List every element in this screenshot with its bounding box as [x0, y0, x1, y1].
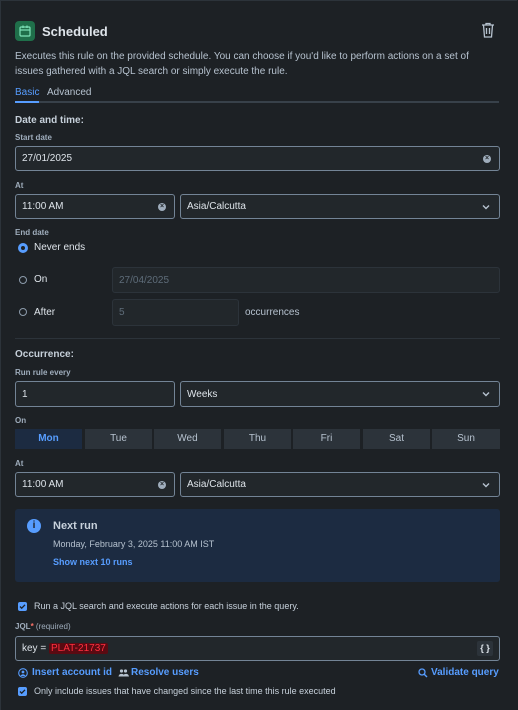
next-run-panel: i Next run Monday, February 3, 2025 11:0… [15, 509, 500, 582]
next-run-title: Next run [53, 520, 98, 532]
day-thu[interactable]: Thu [224, 429, 291, 449]
search-icon [418, 668, 428, 678]
occurrences-value: 5 [119, 307, 125, 318]
day-tue[interactable]: Tue [85, 429, 152, 449]
date-time-heading: Date and time: [15, 115, 84, 126]
day-sun[interactable]: Sun [432, 429, 500, 449]
rule-description: Executes this rule on the provided sched… [15, 51, 469, 77]
required-text: (required) [35, 622, 71, 631]
calendar-icon [15, 21, 35, 41]
at-label: At [15, 181, 24, 190]
trash-icon[interactable] [479, 21, 497, 39]
timezone-select[interactable]: Asia/Calcutta [180, 194, 500, 219]
insert-account-id-link[interactable]: Insert account id [32, 667, 112, 678]
radio-on-label: On [34, 274, 48, 285]
run-every-value: 1 [22, 388, 28, 400]
occurrence-timezone-value: Asia/Calcutta [187, 479, 246, 490]
run-every-input[interactable]: 1 [15, 381, 175, 407]
format-query-button[interactable]: { } [477, 641, 493, 656]
start-date-field[interactable]: 27/01/2025 × [15, 146, 500, 171]
rule-config-panel: Scheduled Executes this rule on the prov… [0, 0, 517, 710]
run-jql-label: Run a JQL search and execute actions for… [34, 601, 299, 611]
tab-advanced[interactable]: Advanced [47, 87, 91, 98]
resolve-users-link[interactable]: Resolve users [131, 667, 199, 678]
clear-icon[interactable]: × [158, 202, 166, 211]
start-date-label: Start date [15, 133, 52, 142]
occurrence-timezone-select[interactable]: Asia/Calcutta [180, 472, 500, 497]
start-date-value: 27/01/2025 [22, 153, 73, 164]
tab-divider [15, 101, 499, 103]
radio-after-label: After [34, 307, 56, 318]
occurrences-suffix: occurrences [245, 307, 300, 318]
next-run-datetime: Monday, February 3, 2025 11:00 AM IST [53, 539, 215, 549]
only-changed-checkbox[interactable] [18, 687, 27, 696]
end-date-field[interactable]: 27/04/2025 [112, 267, 500, 293]
occurrence-time-value: 11:00 AM [22, 479, 64, 490]
page-title: Scheduled [42, 24, 108, 39]
occurrence-time-field[interactable]: 11:00 AM × [15, 472, 175, 497]
run-jql-checkbox[interactable] [18, 602, 27, 611]
on-label: On [15, 416, 27, 425]
only-changed-label: Only include issues that have changed si… [34, 686, 336, 696]
chevron-down-icon [482, 482, 490, 487]
divider [15, 338, 500, 339]
validate-query-link[interactable]: Validate query [431, 667, 499, 678]
users-icon [118, 668, 129, 678]
interval-unit-value: Weeks [187, 388, 218, 400]
clear-icon[interactable]: × [483, 154, 491, 163]
occurrences-field[interactable]: 5 [112, 299, 239, 326]
run-every-label: Run rule every [15, 368, 71, 377]
jql-label-row: JQL* (required) [15, 622, 71, 631]
start-time-value: 11:00 AM [22, 201, 64, 212]
tab-active-indicator [15, 101, 39, 103]
interval-unit-select[interactable]: Weeks [180, 381, 500, 407]
day-sat[interactable]: Sat [363, 429, 430, 449]
user-icon [18, 668, 28, 678]
timezone-value: Asia/Calcutta [187, 201, 246, 212]
radio-never-ends[interactable] [18, 243, 28, 253]
clear-icon[interactable]: × [158, 480, 166, 489]
occurrence-at-label: At [15, 459, 24, 468]
jql-query-prefix: key = [22, 643, 49, 654]
show-next-runs-link[interactable]: Show next 10 runs [53, 557, 133, 567]
tab-basic[interactable]: Basic [15, 87, 39, 98]
start-time-field[interactable]: 11:00 AM × [15, 194, 175, 219]
day-wed[interactable]: Wed [154, 429, 221, 449]
end-date-value: 27/04/2025 [119, 274, 170, 286]
day-fri[interactable]: Fri [293, 429, 360, 449]
jql-label: JQL [15, 622, 31, 631]
occurrence-heading: Occurrence: [15, 349, 74, 360]
radio-after[interactable] [19, 308, 27, 316]
chevron-down-icon [482, 392, 490, 397]
chevron-down-icon [482, 204, 490, 209]
day-mon[interactable]: Mon [15, 429, 82, 449]
end-date-label: End date [15, 228, 49, 237]
radio-on[interactable] [19, 276, 27, 284]
radio-never-ends-label: Never ends [34, 242, 86, 253]
required-mark: * [30, 622, 34, 631]
info-icon: i [27, 519, 41, 533]
jql-query-input[interactable]: key = PLAT-21737 { } [15, 636, 500, 661]
jql-query-redacted: PLAT-21737 [48, 643, 108, 654]
